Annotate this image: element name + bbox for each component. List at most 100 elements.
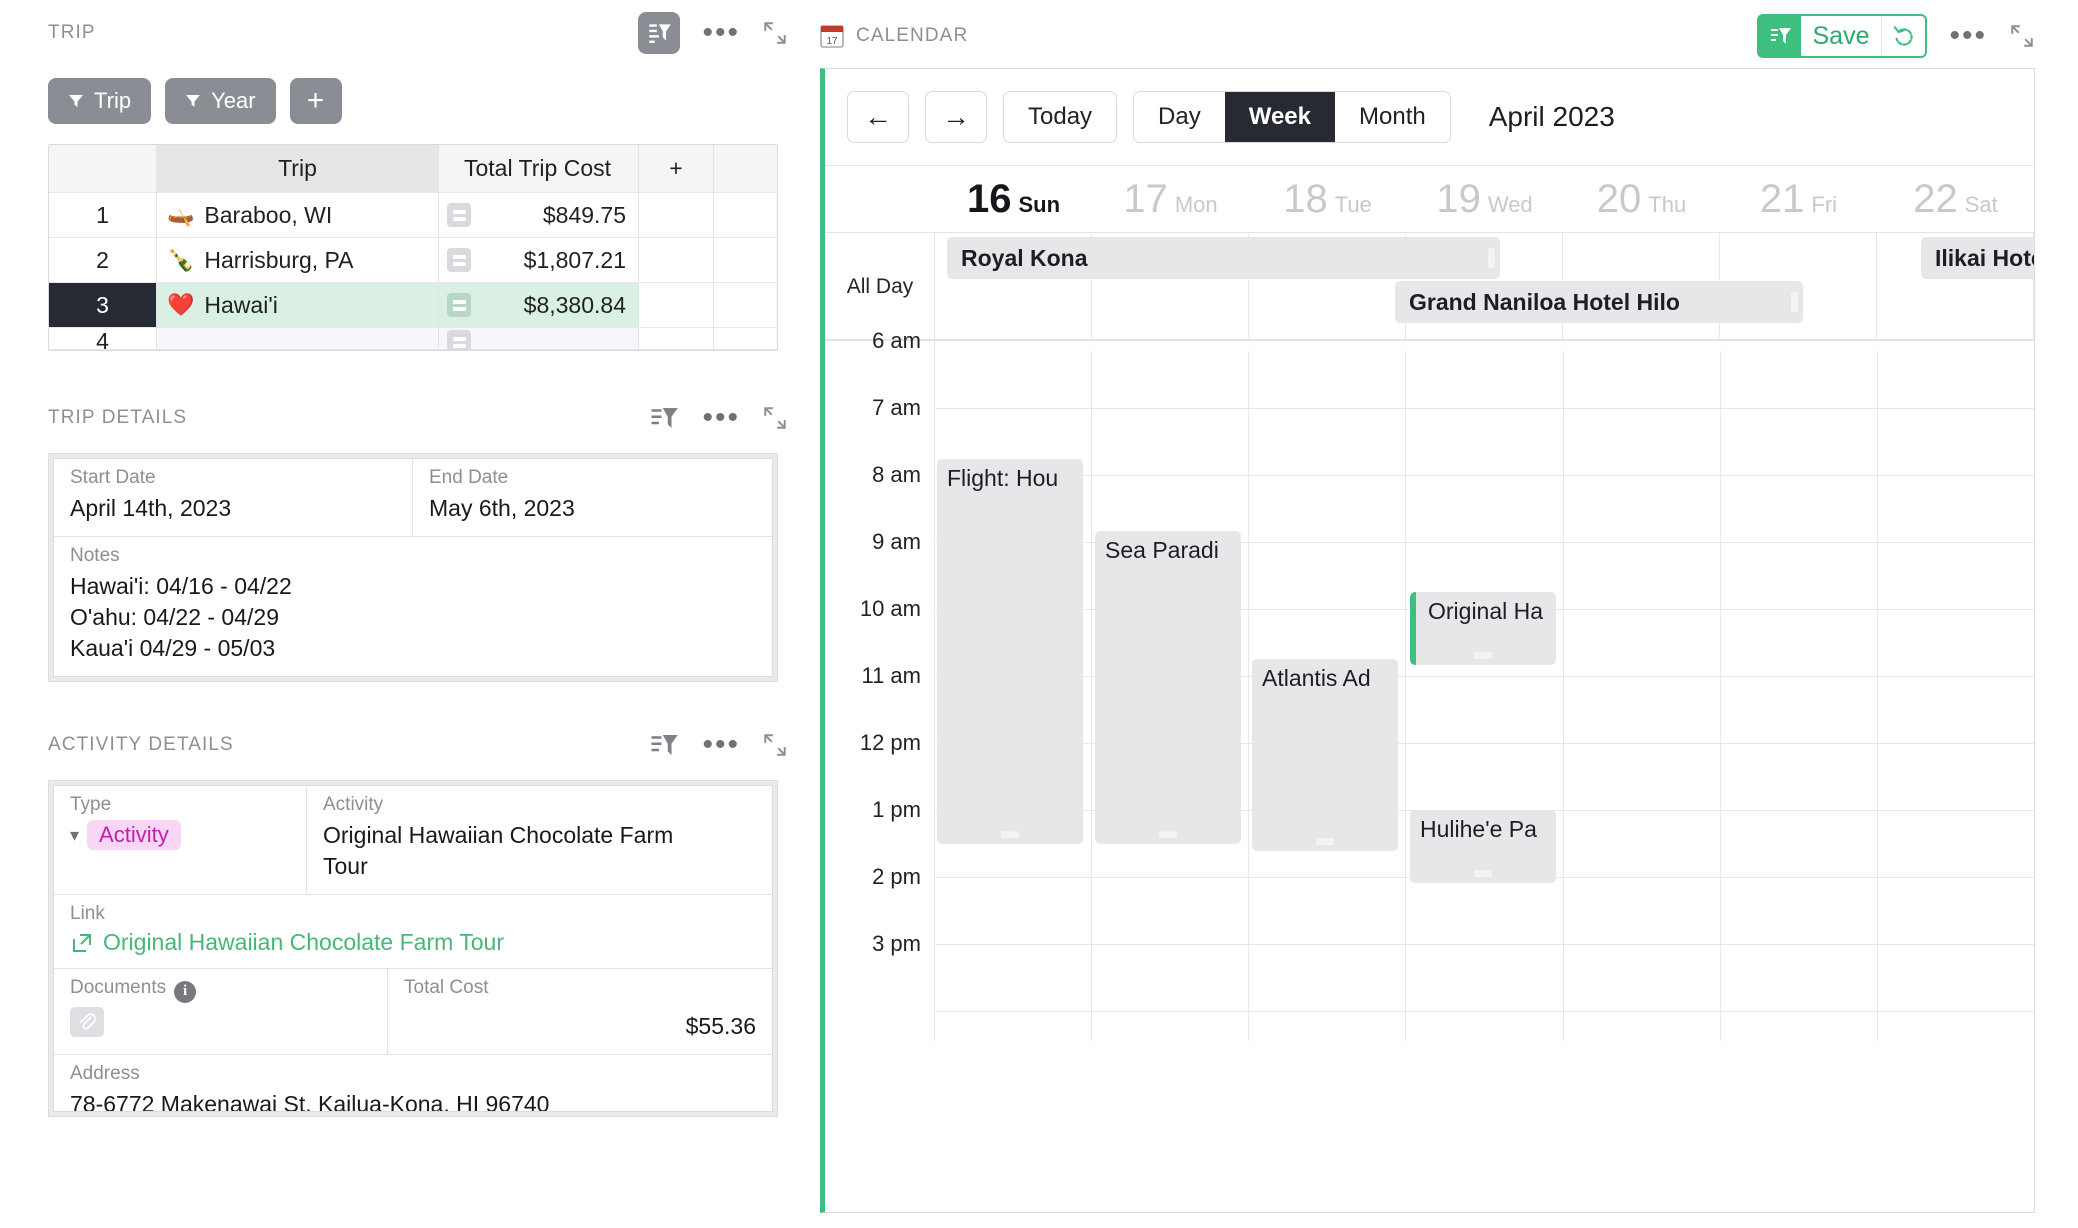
table-row[interactable]: 2 🍾 Harrisburg, PA $1,807.21	[49, 238, 777, 283]
notes-line-2: O'ahu: 04/22 - 04/29	[70, 604, 279, 631]
undo-icon[interactable]	[1881, 16, 1926, 56]
row-trip-cell[interactable]	[157, 328, 439, 350]
row-cost-cell[interactable]: $8,380.84	[439, 283, 639, 328]
day-column-header-19[interactable]: 19 Wed	[1406, 177, 1563, 222]
trip-notes-row: Notes Hawai'i: 04/16 - 04/22 O'ahu: 04/2…	[54, 537, 772, 676]
filter-list-glyph	[1770, 28, 1791, 44]
time-grid-col-wed[interactable]	[1406, 341, 1564, 1041]
resize-handle[interactable]	[1791, 292, 1798, 312]
table-row[interactable]: 1 🛶 Baraboo, WI $849.75	[49, 193, 777, 238]
row-trip-cell[interactable]: 🍾 Harrisburg, PA	[157, 238, 439, 283]
info-icon[interactable]: i	[174, 980, 197, 1003]
hour-line	[935, 944, 2034, 945]
link-field[interactable]: Link Original Hawaiian Chocolate Farm To…	[54, 895, 772, 968]
tab-week[interactable]: Week	[1224, 92, 1335, 142]
event-flight-hou[interactable]: Flight: Hou	[937, 459, 1083, 844]
event-title: Atlantis Ad	[1262, 665, 1371, 691]
tab-day[interactable]: Day	[1134, 92, 1225, 142]
row-trip-cell[interactable]: ❤️ Hawai'i	[157, 283, 439, 328]
time-grid-col-fri[interactable]	[1721, 341, 1878, 1041]
trip-dates-row: Start Date April 14th, 2023 End Date May…	[54, 459, 772, 538]
trip-col-add[interactable]: +	[639, 145, 714, 193]
filter-chip-year[interactable]: Year	[165, 78, 276, 124]
trip-panel-header: TRIP •••	[48, 12, 788, 54]
save-filter-icon[interactable]	[1759, 16, 1801, 56]
tab-month[interactable]: Month	[1335, 92, 1450, 142]
time-grid-col-thu[interactable]	[1564, 341, 1721, 1041]
all-day-event-royal-kona[interactable]: Royal Kona	[947, 237, 1500, 279]
end-date-field[interactable]: End Date May 6th, 2023	[413, 459, 772, 536]
filter-list-icon[interactable]	[648, 730, 680, 760]
formula-lock-icon	[447, 293, 471, 317]
table-row-selected[interactable]: 3 ❤️ Hawai'i $8,380.84	[49, 283, 777, 328]
prev-week-button[interactable]: ←	[847, 91, 909, 143]
row-cost-cell[interactable]: $849.75	[439, 193, 639, 238]
day-column-header-21[interactable]: 21 Fri	[1720, 177, 1877, 222]
time-grid-col-sat[interactable]	[1878, 341, 2034, 1041]
trip-col-cost[interactable]: Total Trip Cost	[439, 145, 639, 193]
more-options-icon[interactable]: •••	[702, 403, 740, 433]
table-row[interactable]: 4	[49, 328, 777, 350]
day-column-header-16[interactable]: 16 Sun	[935, 177, 1092, 222]
type-field[interactable]: Type ▾ Activity	[54, 786, 307, 895]
more-options-icon[interactable]: •••	[1949, 21, 1987, 51]
event-sea-paradise[interactable]: Sea Paradi	[1095, 531, 1241, 844]
funnel-icon	[69, 95, 83, 107]
start-date-value: April 14th, 2023	[70, 495, 232, 521]
more-options-icon[interactable]: •••	[702, 730, 740, 760]
day-column-header-17[interactable]: 17 Mon	[1092, 177, 1249, 222]
row-trip-label: Harrisburg, PA	[204, 246, 354, 273]
activity-link[interactable]: Original Hawaiian Chocolate Farm Tour	[70, 929, 756, 956]
hour-label-2pm: 2 pm	[872, 864, 921, 889]
day-column-header-18[interactable]: 18 Tue	[1249, 177, 1406, 222]
day-column-header-22[interactable]: 22 Sat	[1877, 177, 2034, 222]
expand-icon[interactable]	[762, 732, 788, 758]
day-column-header-20[interactable]: 20 Thu	[1563, 177, 1720, 222]
row-index: 1	[49, 193, 157, 238]
resize-handle[interactable]	[1159, 831, 1177, 838]
resize-handle[interactable]	[1316, 838, 1334, 845]
address-field[interactable]: Address 78-6772 Makenawai St, Kailua-Kon…	[54, 1055, 772, 1111]
filter-chip-trip[interactable]: Trip	[48, 78, 152, 124]
expand-icon[interactable]	[762, 405, 788, 431]
next-week-button[interactable]: →	[925, 91, 987, 143]
expand-icon[interactable]	[762, 20, 788, 46]
event-atlantis-adventure[interactable]: Atlantis Ad	[1252, 659, 1398, 851]
today-button[interactable]: Today	[1003, 91, 1118, 143]
trip-col-trip[interactable]: Trip	[157, 145, 439, 193]
event-original-hawaiian-chocolate-farm-tour[interactable]: Original Ha	[1410, 592, 1556, 665]
app-root: TRIP ••• Trip Year + Trip Total Trip Cos…	[0, 0, 2078, 1228]
notes-field[interactable]: Notes Hawai'i: 04/16 - 04/22 O'ahu: 04/2…	[54, 537, 772, 676]
resize-handle[interactable]	[1488, 248, 1495, 268]
filter-list-icon[interactable]	[648, 403, 680, 433]
row-add-cell	[639, 283, 714, 328]
trip-panel-tools: •••	[638, 12, 788, 54]
all-day-event-ilikai-hotel[interactable]: Ilikai Hotel	[1921, 237, 2034, 279]
row-cost-cell[interactable]: $1,807.21	[439, 238, 639, 283]
documents-field[interactable]: Documents i	[54, 969, 388, 1055]
day-number: 22	[1913, 176, 1958, 221]
row-cost-cell[interactable]	[439, 328, 639, 350]
total-cost-field[interactable]: Total Cost $55.36	[388, 969, 772, 1054]
event-hulihee-palace[interactable]: Hulihe'e Pa	[1410, 810, 1556, 883]
event-title: Sea Paradi	[1105, 537, 1219, 563]
filter-list-icon[interactable]	[638, 12, 681, 54]
attachment-button[interactable]	[70, 1006, 104, 1037]
resize-handle[interactable]	[1001, 831, 1019, 838]
resize-handle[interactable]	[1474, 652, 1492, 659]
add-filter-button[interactable]: +	[289, 78, 342, 124]
save-button[interactable]: Save	[1800, 16, 1882, 56]
hour-label-1pm: 1 pm	[872, 797, 921, 822]
calendar-panel-header: 17 CALENDAR Save •••	[820, 14, 2035, 58]
funnel-icon	[186, 95, 201, 107]
day-number: 16	[966, 176, 1012, 221]
more-options-icon[interactable]: •••	[702, 18, 740, 48]
row-trip-cell[interactable]: 🛶 Baraboo, WI	[157, 193, 439, 238]
address-label: Address	[70, 1063, 140, 1085]
all-day-event-grand-naniloa[interactable]: Grand Naniloa Hotel Hilo	[1395, 281, 1803, 323]
start-date-field[interactable]: Start Date April 14th, 2023	[54, 459, 413, 537]
activity-field[interactable]: Activity Original Hawaiian Chocolate Far…	[307, 786, 772, 894]
expand-icon[interactable]	[2009, 23, 2035, 49]
chevron-down-icon[interactable]: ▾	[70, 825, 79, 846]
resize-handle[interactable]	[1474, 870, 1492, 877]
